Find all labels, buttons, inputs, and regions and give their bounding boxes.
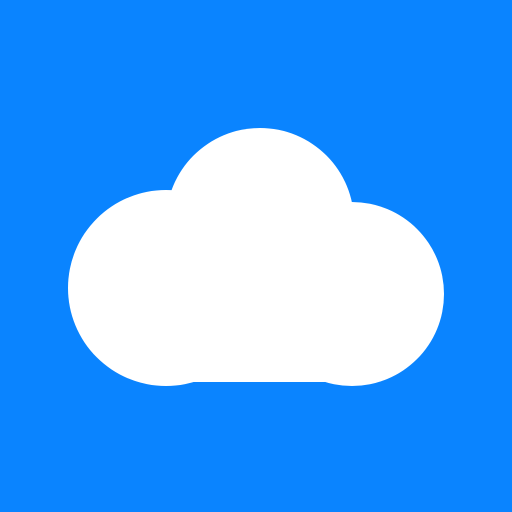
cloud-icon	[68, 128, 444, 386]
app-icon	[0, 0, 512, 512]
